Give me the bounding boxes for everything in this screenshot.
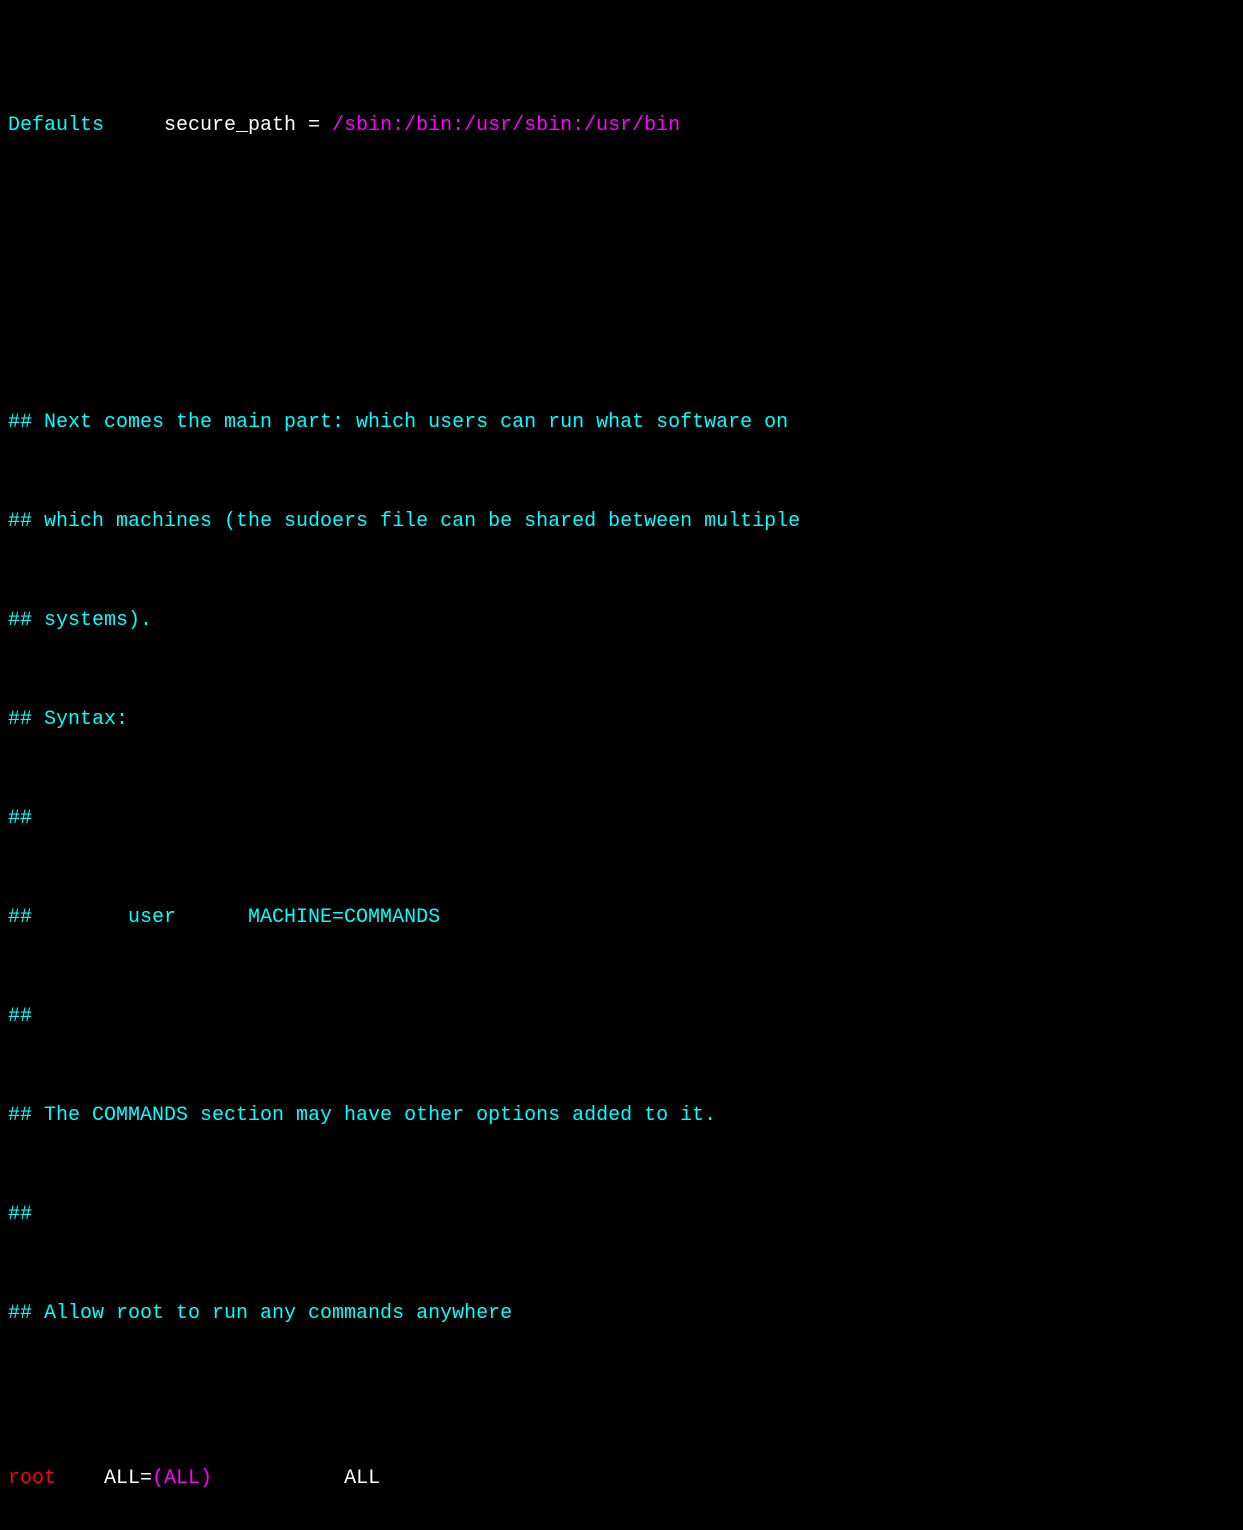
comment-hash3: ## (8, 1198, 1235, 1231)
defaults-keyword: Defaults (8, 114, 104, 137)
comment-main3: ## systems). (8, 604, 1235, 637)
root-line: root ALL=(ALL) ALL (8, 1462, 1235, 1495)
comment-user: ## user MACHINE=COMMANDS (8, 901, 1235, 934)
root-user: root (8, 1467, 56, 1490)
comment-commands: ## The COMMANDS section may have other o… (8, 1099, 1235, 1132)
terminal-output: Defaults secure_path = /sbin:/bin:/usr/s… (8, 10, 1235, 1530)
secure-path-value: /sbin:/bin:/usr/sbin:/usr/bin (332, 114, 680, 137)
comment-hash2: ## (8, 1000, 1235, 1033)
comment-hash1: ## (8, 802, 1235, 835)
comment-syntax: ## Syntax: (8, 703, 1235, 736)
comment-main2: ## which machines (the sudoers file can … (8, 505, 1235, 538)
blank-line-1 (8, 241, 1235, 274)
comment-root-allow: ## Allow root to run any commands anywhe… (8, 1297, 1235, 1330)
comment-main1: ## Next comes the main part: which users… (8, 406, 1235, 439)
defaults-line: Defaults secure_path = /sbin:/bin:/usr/s… (8, 109, 1235, 142)
